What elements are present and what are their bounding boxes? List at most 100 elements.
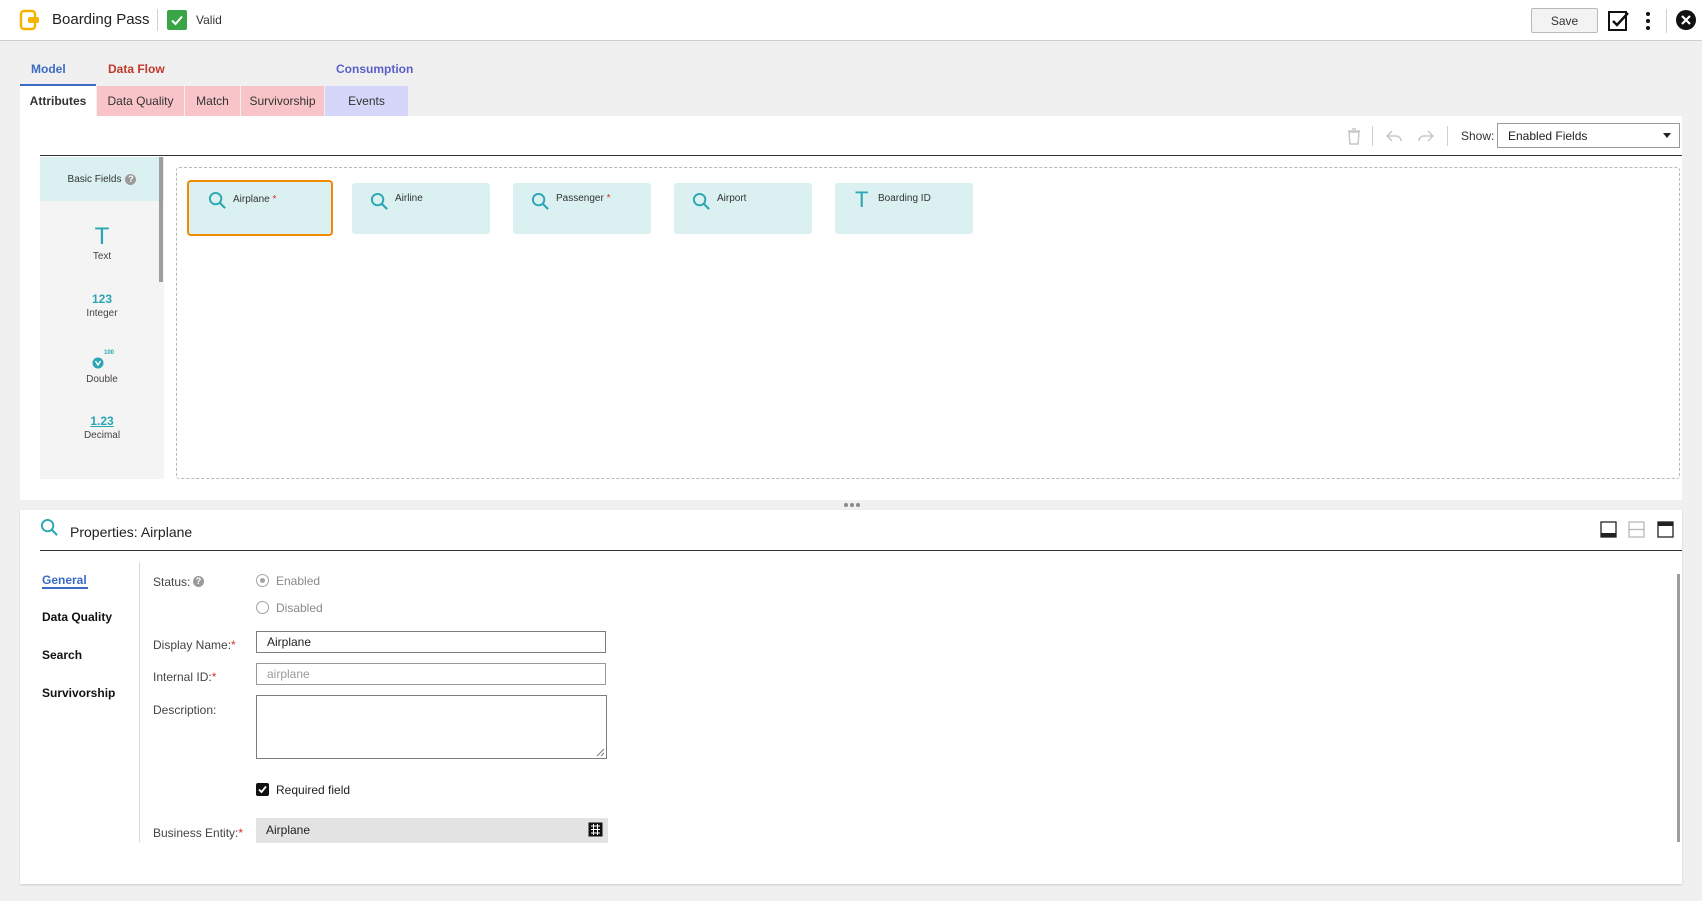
display-name-label: Display Name:*	[153, 638, 236, 652]
tab-match[interactable]: Match	[185, 86, 240, 116]
show-filter-value: Enabled Fields	[1508, 129, 1588, 143]
search-icon	[692, 192, 710, 210]
internal-id-input[interactable]	[256, 663, 606, 685]
trash-icon[interactable]	[1344, 126, 1364, 146]
disabled-radio-label: Disabled	[276, 601, 323, 615]
double-glyph-icon	[92, 357, 104, 369]
layout-bottom-icon[interactable]	[1600, 521, 1617, 538]
field-name: Airplane	[233, 194, 270, 205]
business-entity-label: Business Entity:*	[153, 826, 243, 840]
palette-item-double[interactable]: 100 Double	[40, 350, 164, 385]
palette-item-decimal[interactable]: 1.23 Decimal	[40, 414, 164, 441]
chevron-down-icon	[1663, 133, 1671, 138]
layout-top-icon[interactable]	[1657, 521, 1674, 538]
required-field-checkbox[interactable]	[256, 783, 269, 796]
field-card-airport[interactable]: Airport	[674, 183, 812, 234]
display-name-input[interactable]	[256, 631, 606, 653]
tab-survivorship[interactable]: Survivorship	[241, 86, 324, 116]
integer-type-icon: 123	[91, 292, 113, 306]
internal-id-label: Internal ID:*	[153, 670, 216, 684]
properties-scrollbar[interactable]	[1677, 574, 1680, 842]
validation-status: Valid	[196, 13, 222, 27]
display-name-label-text: Display Name:	[153, 638, 232, 652]
field-name: Passenger	[556, 193, 604, 204]
show-filter-select[interactable]: Enabled Fields	[1497, 123, 1680, 148]
group-label-data-flow: Data Flow	[108, 62, 165, 76]
required-marker: *	[606, 193, 611, 204]
palette-item-label: Integer	[86, 308, 118, 319]
properties-title: Properties: Airplane	[70, 524, 193, 540]
internal-id-label-text: Internal ID:	[153, 670, 212, 684]
properties-nav-divider	[139, 562, 140, 842]
active-nav-indicator	[42, 587, 88, 589]
palette-scrollbar[interactable]	[159, 157, 163, 282]
description-textarea[interactable]	[256, 695, 607, 759]
layout-split-icon[interactable]	[1628, 521, 1645, 538]
prop-nav-data-quality[interactable]: Data Quality	[42, 610, 112, 624]
check-in-icon[interactable]	[1607, 9, 1631, 33]
field-name: Airline	[395, 193, 423, 204]
header-divider	[157, 9, 158, 31]
asset-title: Boarding Pass	[52, 11, 150, 28]
text-type-icon: T	[855, 187, 869, 212]
field-card-airplane[interactable]: Airplane *	[187, 180, 333, 236]
enabled-radio[interactable]	[256, 574, 269, 587]
double-type-superscript: 100	[104, 350, 115, 356]
group-label-model: Model	[31, 62, 66, 76]
entity-lookup-icon[interactable]	[588, 822, 603, 837]
prop-nav-general[interactable]: General	[42, 573, 87, 587]
tab-attributes[interactable]: Attributes	[20, 86, 96, 116]
help-icon[interactable]: ?	[193, 576, 204, 587]
resize-grip-icon[interactable]	[595, 747, 605, 757]
field-card-airline[interactable]: Airline	[352, 183, 490, 234]
app-window: Boarding Pass Valid Save Model Data Flow…	[0, 0, 1702, 901]
field-name: Boarding ID	[878, 193, 931, 204]
palette-heading: Basic Fields ?	[40, 157, 164, 201]
required-marker: *	[238, 826, 244, 840]
header-divider	[1666, 9, 1667, 33]
decimal-type-icon: 1.23	[90, 414, 114, 428]
search-icon	[208, 191, 226, 209]
palette-item-text[interactable]: T Text	[40, 225, 164, 263]
business-entity-label-text: Business Entity:	[153, 826, 239, 840]
properties-divider	[40, 550, 1682, 551]
prop-nav-search[interactable]: Search	[42, 648, 82, 662]
palette-heading-label: Basic Fields	[67, 173, 122, 185]
palette-item-label: Double	[86, 374, 118, 385]
disabled-radio[interactable]	[256, 601, 269, 614]
undo-icon[interactable]	[1384, 126, 1404, 146]
search-icon	[40, 518, 58, 536]
help-icon[interactable]: ?	[125, 173, 137, 185]
status-label: Status:	[153, 575, 191, 589]
palette-item-integer[interactable]: 123 Integer	[40, 292, 164, 319]
save-button[interactable]: Save	[1531, 8, 1598, 33]
more-options-icon[interactable]	[1641, 9, 1655, 33]
double-type-icon: 100	[40, 350, 164, 372]
tab-events[interactable]: Events	[325, 86, 408, 116]
required-field-label: Required field	[276, 783, 351, 797]
toolbar-divider	[1447, 126, 1448, 146]
enabled-radio-label: Enabled	[276, 574, 321, 588]
search-icon	[531, 192, 549, 210]
field-palette: Basic Fields ? T Text 123 Integer 100 Do…	[40, 157, 164, 479]
app-logo-icon	[19, 9, 39, 31]
redo-icon[interactable]	[1416, 126, 1436, 146]
group-label-consumption: Consumption	[336, 62, 414, 76]
field-card-label: Passenger *	[556, 193, 611, 204]
show-filter-label: Show:	[1461, 129, 1495, 143]
field-card-boarding-id[interactable]: T Boarding ID	[835, 183, 973, 234]
tab-data-quality[interactable]: Data Quality	[97, 86, 184, 116]
required-marker: *	[272, 194, 277, 205]
palette-item-label: Decimal	[83, 430, 121, 441]
toolbar-divider	[1372, 126, 1373, 146]
field-card-passenger[interactable]: Passenger *	[513, 183, 651, 234]
drag-handle-icon[interactable]	[842, 502, 862, 508]
field-card-label: Airplane *	[233, 194, 276, 205]
prop-nav-survivorship[interactable]: Survivorship	[42, 686, 115, 700]
description-label: Description:	[153, 703, 217, 717]
close-icon[interactable]	[1675, 9, 1697, 31]
search-icon	[370, 192, 388, 210]
required-marker: *	[231, 638, 236, 652]
field-name: Airport	[717, 193, 747, 204]
business-entity-field: Airplane	[256, 818, 608, 843]
